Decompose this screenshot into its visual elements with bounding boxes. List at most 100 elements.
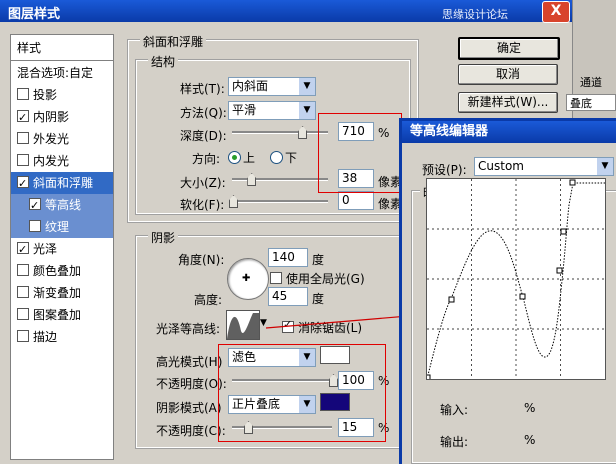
depth-label: 深度(D): xyxy=(180,129,227,143)
size-slider[interactable] xyxy=(232,178,328,181)
styles-list-item[interactable]: 光泽 xyxy=(11,238,113,261)
method-select[interactable]: 平滑 ▼ xyxy=(228,101,316,120)
preset-select[interactable]: Custom ▼ xyxy=(474,157,614,176)
gloss-contour-label: 光泽等高线: xyxy=(156,322,221,336)
global-light-label: 使用全局光(G) xyxy=(286,272,365,286)
styles-list-item[interactable]: 投影 xyxy=(11,84,113,106)
styles-list-item-label: 纹理 xyxy=(45,220,70,234)
highlight-box-shading xyxy=(218,344,386,442)
styles-list-item-label: 图案叠加 xyxy=(33,308,82,322)
styles-header[interactable]: 样式 xyxy=(11,35,113,61)
input-label: 输入: xyxy=(440,403,469,417)
checkbox-icon[interactable] xyxy=(17,239,29,261)
shading-group-title: 阴影 xyxy=(148,229,179,246)
soften-input[interactable]: 0 xyxy=(338,191,374,210)
shadow-opacity-label: 不透明度(C): xyxy=(156,424,226,438)
gloss-contour-thumbnail xyxy=(227,313,259,339)
styles-panel: 样式 混合选项:自定投影内阴影外发光内发光斜面和浮雕等高线纹理光泽颜色叠加渐变叠… xyxy=(10,34,114,460)
contour-grid xyxy=(427,179,605,379)
size-label: 大小(Z): xyxy=(180,176,226,190)
checkbox-icon[interactable] xyxy=(17,154,29,166)
angle-input[interactable]: 140 xyxy=(268,248,308,267)
styles-list-item-label: 投影 xyxy=(33,88,58,102)
angle-dial-crosshair: ✚ xyxy=(242,273,251,284)
direction-label: 方向: xyxy=(192,152,221,166)
background-blend-dropdown[interactable]: 叠底 xyxy=(566,94,616,111)
checkbox-icon[interactable] xyxy=(29,220,41,232)
styles-list-item[interactable]: 图案叠加 xyxy=(11,304,113,326)
styles-list-item[interactable]: 等高线 xyxy=(11,194,113,217)
styles-list-item[interactable]: 纹理 xyxy=(11,216,113,238)
styles-list-item[interactable]: 斜面和浮雕 xyxy=(11,172,113,195)
styles-list-item[interactable]: 内发光 xyxy=(11,150,113,172)
styles-list-item[interactable]: 混合选项:自定 xyxy=(11,62,113,84)
title-bar[interactable] xyxy=(0,0,616,22)
output-label: 输出: xyxy=(440,435,469,449)
direction-up-radio[interactable]: 上 xyxy=(228,149,255,166)
shadow-mode-label: 阴影模式(A) xyxy=(156,401,222,415)
background-channels-tab[interactable]: 通道 xyxy=(580,74,602,90)
styles-list-item[interactable]: 外发光 xyxy=(11,128,113,150)
contour-points[interactable] xyxy=(426,179,576,380)
highlight-opacity-label: 不透明度(O): xyxy=(156,377,227,391)
styles-list-item-label: 斜面和浮雕 xyxy=(33,176,94,190)
angle-dial[interactable]: ✚ xyxy=(227,258,269,300)
style-label: 样式(T): xyxy=(180,82,225,96)
styles-list-item-label: 渐变叠加 xyxy=(33,286,82,300)
method-label: 方法(Q): xyxy=(180,106,227,120)
checkbox-icon[interactable] xyxy=(17,107,29,129)
input-unit: % xyxy=(524,401,536,415)
style-select[interactable]: 内斜面 ▼ xyxy=(228,77,316,96)
method-select-value: 平滑 xyxy=(232,103,257,117)
styles-list-item-label: 内阴影 xyxy=(33,110,70,124)
styles-list-item[interactable]: 内阴影 xyxy=(11,106,113,129)
radio-icon xyxy=(228,151,241,164)
styles-list-item-label: 外发光 xyxy=(33,132,70,146)
styles-list-item-label: 描边 xyxy=(33,330,58,344)
preset-label: 预设(P): xyxy=(422,163,467,177)
window-title: 图层样式 xyxy=(8,7,61,22)
styles-list-item[interactable]: 描边 xyxy=(11,326,113,348)
chevron-down-icon: ▼ xyxy=(299,78,315,95)
checkbox-icon[interactable] xyxy=(17,132,29,144)
checkbox-icon[interactable] xyxy=(17,88,29,100)
checkbox-icon[interactable] xyxy=(17,264,29,276)
structure-group-title: 结构 xyxy=(148,53,179,70)
soften-label: 软化(F): xyxy=(180,198,225,212)
bevel-group-title: 斜面和浮雕 xyxy=(140,33,207,50)
styles-list-item[interactable]: 颜色叠加 xyxy=(11,260,113,282)
highlight-mode-label: 高光模式(H) xyxy=(156,355,223,369)
gloss-contour-picker[interactable] xyxy=(226,310,260,340)
direction-up-label: 上 xyxy=(243,151,256,165)
preset-select-value: Custom xyxy=(478,159,524,173)
chevron-down-icon: ▼ xyxy=(299,102,315,119)
chevron-down-icon: ▼ xyxy=(597,158,613,175)
styles-list-item-label: 颜色叠加 xyxy=(33,264,82,278)
checkbox-icon xyxy=(270,272,282,284)
depth-slider[interactable] xyxy=(232,131,328,134)
close-button[interactable]: X xyxy=(542,1,570,23)
checkbox-icon[interactable] xyxy=(17,308,29,320)
checkbox-icon[interactable] xyxy=(29,195,41,217)
direction-down-radio[interactable]: 下 xyxy=(270,149,297,166)
checkbox-icon[interactable] xyxy=(17,330,29,342)
checkbox-icon[interactable] xyxy=(17,286,29,298)
soften-slider[interactable] xyxy=(232,200,328,203)
styles-list-item-label: 光泽 xyxy=(33,242,58,256)
styles-list-item-label: 等高线 xyxy=(45,198,82,212)
global-light-checkbox[interactable]: 使用全局光(G) xyxy=(270,270,365,287)
watermark-text: 思缘设计论坛 xyxy=(442,8,508,21)
styles-list-item[interactable]: 渐变叠加 xyxy=(11,282,113,304)
angle-unit: 度 xyxy=(312,253,325,267)
ok-button[interactable]: 确定 xyxy=(458,37,560,60)
checkbox-icon[interactable] xyxy=(17,173,29,195)
new-style-button[interactable]: 新建样式(W)... xyxy=(458,92,558,113)
highlight-box-structure xyxy=(318,113,402,193)
cancel-button[interactable]: 取消 xyxy=(458,64,558,85)
output-unit: % xyxy=(524,433,536,447)
styles-list-item-label: 内发光 xyxy=(33,154,70,168)
angle-label: 角度(N): xyxy=(178,253,225,267)
direction-down-label: 下 xyxy=(285,151,298,165)
contour-curve-graph[interactable] xyxy=(426,178,606,380)
styles-list-item-label: 混合选项:自定 xyxy=(17,66,94,80)
